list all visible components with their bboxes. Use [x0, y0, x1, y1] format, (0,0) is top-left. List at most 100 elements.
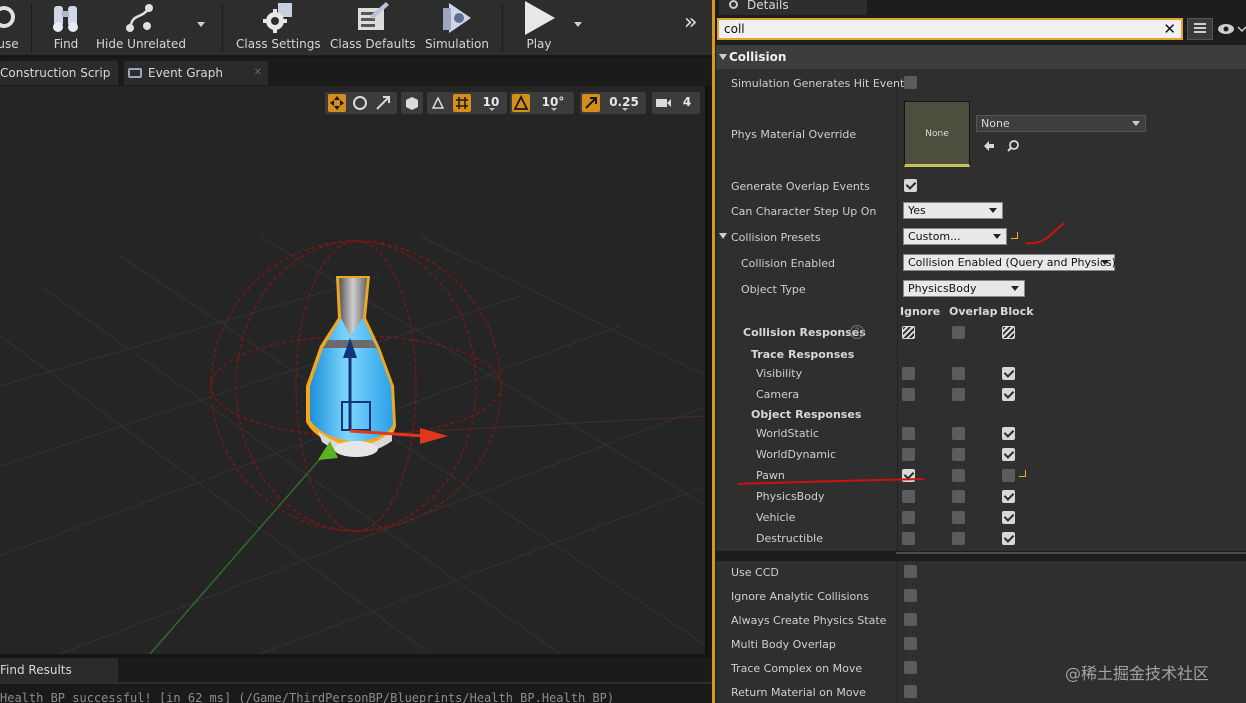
- header-ignore: Ignore: [900, 305, 941, 318]
- tab-construction-script[interactable]: Construction Scrip: [0, 61, 118, 85]
- browse-search-icon[interactable]: [1006, 139, 1020, 153]
- grid-snap-caret: [489, 108, 495, 111]
- class-defaults-button[interactable]: Class Defaults: [330, 0, 415, 56]
- rotation-snap-icon[interactable]: [512, 94, 530, 112]
- overlap-response-checkbox[interactable]: [952, 490, 965, 503]
- all-block-checkbox[interactable]: [1002, 326, 1015, 339]
- response-channel-label: Destructible: [756, 532, 823, 545]
- overlap-events-checkbox[interactable]: [904, 179, 917, 192]
- details-search-input[interactable]: coll ✕: [717, 18, 1183, 40]
- simulation-button[interactable]: Simulation: [422, 0, 492, 56]
- property-matrix-button[interactable]: [1187, 18, 1213, 40]
- camera-speed-icon[interactable]: [654, 94, 672, 112]
- block-response-checkbox[interactable]: [1002, 388, 1015, 401]
- presets-expander[interactable]: [719, 233, 727, 239]
- grid-snap-icon[interactable]: [453, 94, 471, 112]
- clear-search-icon[interactable]: ✕: [1163, 20, 1176, 38]
- category-label: Collision: [729, 50, 787, 64]
- scale-snap-icon[interactable]: [582, 94, 600, 112]
- browse-button[interactable]: use: [0, 0, 26, 56]
- scale-snap-group: 0.25: [580, 92, 646, 114]
- ignore-response-checkbox[interactable]: [902, 490, 915, 503]
- ignore-response-checkbox[interactable]: [902, 448, 915, 461]
- property-checkbox[interactable]: [904, 661, 917, 674]
- view-options-button[interactable]: [1217, 22, 1246, 36]
- camera-speed-value[interactable]: 4: [678, 92, 696, 114]
- ignore-response-checkbox[interactable]: [902, 511, 915, 524]
- details-panel: Details coll ✕ Collision Simulation Gene…: [712, 0, 1246, 703]
- hide-unrelated-icon: [126, 4, 153, 32]
- block-response-checkbox[interactable]: [1002, 448, 1015, 461]
- ignore-response-checkbox[interactable]: [902, 367, 915, 380]
- overlap-response-checkbox[interactable]: [952, 511, 965, 524]
- world-space-icon[interactable]: [403, 94, 421, 112]
- property-checkbox[interactable]: [904, 685, 917, 698]
- class-settings-button[interactable]: Class Settings: [236, 0, 321, 56]
- combo-value: Yes: [908, 204, 926, 217]
- combo-value: None: [981, 117, 1010, 130]
- overlap-response-checkbox[interactable]: [952, 448, 965, 461]
- property-label: Return Material on Move: [731, 686, 866, 699]
- property-checkbox[interactable]: [904, 565, 917, 578]
- block-response-checkbox[interactable]: [1002, 511, 1015, 524]
- all-overlap-checkbox[interactable]: [952, 326, 965, 339]
- phys-material-thumbnail[interactable]: None: [904, 101, 970, 167]
- ignore-response-checkbox[interactable]: [902, 388, 915, 401]
- property-checkbox[interactable]: [904, 589, 917, 602]
- hide-unrelated-dropdown[interactable]: [197, 22, 205, 27]
- toolbar-overflow-button[interactable]: »: [684, 10, 697, 35]
- viewport[interactable]: 10 10° 0.25 4: [0, 86, 707, 654]
- tab-event-graph[interactable]: Event Graph ✕: [124, 61, 268, 85]
- property-checkbox[interactable]: [904, 613, 917, 626]
- combo-value: Custom...: [908, 230, 961, 243]
- step-up-combo[interactable]: Yes: [903, 202, 1003, 219]
- block-response-checkbox[interactable]: [1002, 427, 1015, 440]
- category-collision[interactable]: Collision: [716, 45, 1246, 69]
- tab-label: Find Results: [0, 663, 72, 677]
- object-type-combo[interactable]: PhysicsBody: [903, 280, 1025, 297]
- rotate-mode-icon[interactable]: [351, 94, 369, 112]
- play-options-dropdown[interactable]: [574, 22, 582, 27]
- collision-enabled-label: Collision Enabled: [741, 257, 836, 270]
- overlap-response-checkbox[interactable]: [952, 427, 965, 440]
- scale-mode-icon[interactable]: [374, 94, 392, 112]
- hide-unrelated-button[interactable]: Hide Unrelated: [96, 0, 186, 56]
- tab-label: Event Graph: [148, 66, 223, 80]
- play-button[interactable]: Play: [514, 0, 564, 56]
- column-splitter[interactable]: [897, 561, 898, 703]
- find-button[interactable]: Find: [40, 0, 92, 56]
- move-mode-icon[interactable]: [328, 94, 346, 112]
- ignore-response-checkbox[interactable]: [902, 532, 915, 545]
- tab-details[interactable]: Details: [719, 0, 867, 15]
- combo-value: Collision Enabled (Query and Physics): [908, 256, 1116, 269]
- tab-find-results[interactable]: Find Results: [0, 658, 118, 682]
- all-ignore-checkbox[interactable]: [902, 326, 915, 339]
- overlap-response-checkbox[interactable]: [952, 388, 965, 401]
- sim-hit-checkbox[interactable]: [904, 76, 917, 89]
- rotation-snap-caret: [551, 108, 557, 111]
- phys-material-combo[interactable]: None: [976, 115, 1146, 132]
- block-response-checkbox[interactable]: [1002, 367, 1015, 380]
- property-checkbox[interactable]: [904, 637, 917, 650]
- use-selected-arrow-icon[interactable]: [982, 139, 996, 153]
- ignore-response-checkbox[interactable]: [902, 427, 915, 440]
- grid-snap-group: 10: [427, 92, 507, 114]
- overlap-response-checkbox[interactable]: [952, 367, 965, 380]
- overlap-response-checkbox[interactable]: [952, 532, 965, 545]
- presets-combo[interactable]: Custom...: [903, 228, 1007, 245]
- reset-to-default-icon[interactable]: [1011, 232, 1018, 239]
- help-icon[interactable]: ?: [850, 325, 864, 339]
- tab-close-icon[interactable]: ✕: [254, 61, 262, 85]
- collision-enabled-combo[interactable]: Collision Enabled (Query and Physics): [903, 254, 1116, 271]
- block-response-checkbox[interactable]: [1002, 490, 1015, 503]
- toolbar-separator: [222, 4, 223, 52]
- watermark-text: @稀土掘金技术社区: [1065, 664, 1210, 683]
- surface-snap-icon[interactable]: [429, 94, 447, 112]
- block-response-checkbox[interactable]: [1002, 532, 1015, 545]
- simulation-icon: [443, 3, 471, 33]
- reset-to-default-icon[interactable]: [1019, 470, 1026, 477]
- search-value: coll: [724, 22, 745, 36]
- block-response-checkbox[interactable]: [1002, 469, 1015, 482]
- overlap-response-checkbox[interactable]: [952, 469, 965, 482]
- gear-icon: [263, 3, 292, 33]
